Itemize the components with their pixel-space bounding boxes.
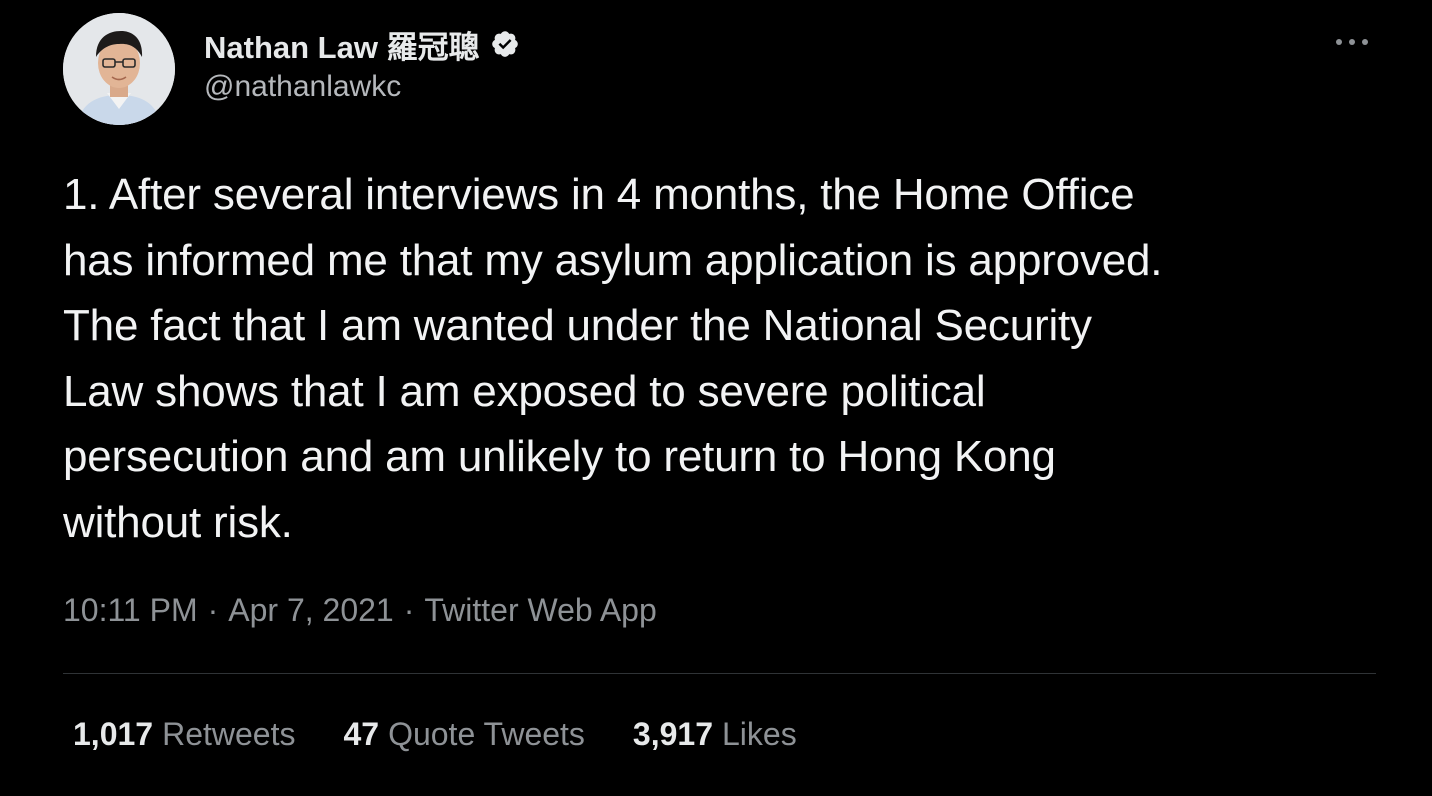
tweet-text-line: persecution and am unlikely to return to…: [63, 432, 1056, 481]
tweet-source[interactable]: Twitter Web App: [424, 592, 656, 629]
quote-tweets-label: Quote Tweets: [388, 716, 585, 752]
author-display-name[interactable]: Nathan Law 羅冠聰: [204, 22, 480, 67]
divider: [63, 673, 1376, 674]
retweets-label: Retweets: [162, 716, 296, 752]
avatar-image: [63, 13, 175, 125]
tweet-text-line: The fact that I am wanted under the Nati…: [63, 301, 1092, 350]
likes-label: Likes: [722, 716, 797, 752]
tweet-text-line: has informed me that my asylum applicati…: [63, 235, 1163, 285]
meta-separator: ·: [207, 592, 219, 628]
more-dots-icon: [1336, 39, 1368, 45]
verified-badge-icon: [490, 29, 520, 59]
likes-stat[interactable]: 3,917 Likes: [633, 716, 797, 753]
likes-count: 3,917: [632, 716, 713, 752]
tweet-meta: 10:11 PM · Apr 7, 2021 · Twitter Web App: [63, 592, 657, 629]
author-block: Nathan Law 羅冠聰 @nathanlawkc: [204, 22, 520, 104]
tweet-text-line: 1. After several interviews in 4 months,…: [63, 170, 1135, 219]
meta-separator: ·: [403, 592, 415, 628]
tweet-time[interactable]: 10:11 PM: [63, 592, 198, 629]
tweet-text-line: Law shows that I am exposed to severe po…: [63, 366, 986, 416]
quote-tweets-count: 47: [343, 716, 380, 752]
tweet-text: 1. After several interviews in 4 months,…: [63, 162, 1393, 555]
avatar[interactable]: [63, 13, 175, 125]
tweet-text-line: without risk.: [63, 497, 293, 547]
tweet-card: Nathan Law 羅冠聰 @nathanlawkc 1. After sev…: [0, 0, 1432, 796]
tweet-date[interactable]: Apr 7, 2021: [228, 592, 393, 629]
engagement-stats: 1,017 Retweets 47 Quote Tweets 3,917 Lik…: [73, 716, 797, 753]
quote-tweets-stat[interactable]: 47 Quote Tweets: [343, 716, 584, 753]
more-options-button[interactable]: [1330, 28, 1374, 56]
retweets-stat[interactable]: 1,017 Retweets: [73, 716, 295, 753]
author-name-row: Nathan Law 羅冠聰: [204, 22, 520, 66]
author-handle[interactable]: @nathanlawkc: [204, 70, 520, 104]
retweets-count: 1,017: [73, 716, 154, 752]
